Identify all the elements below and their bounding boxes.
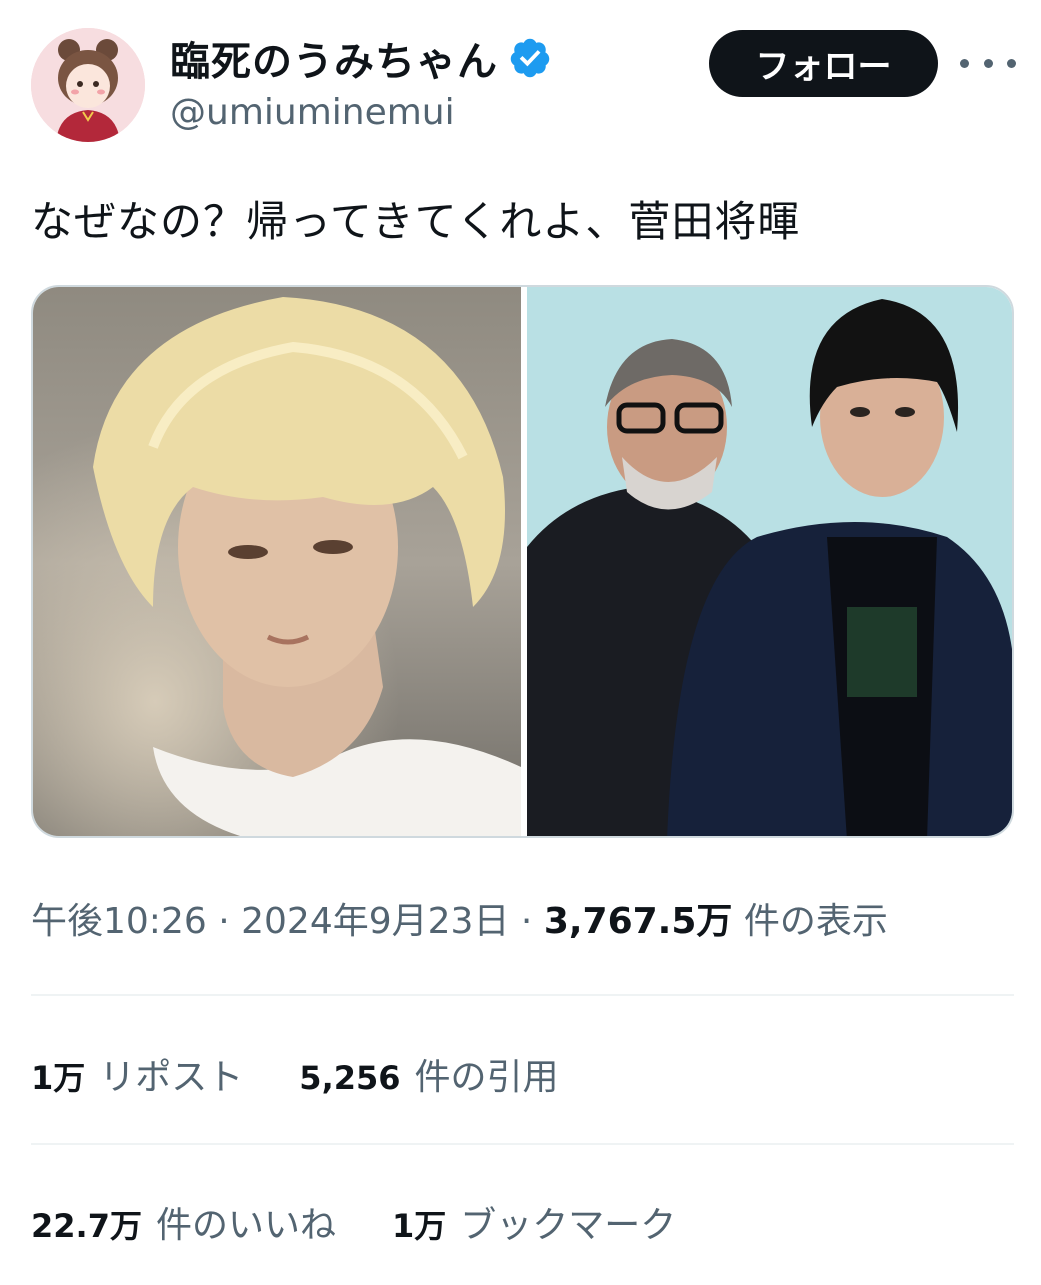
tweet-text: なぜなの？帰ってきてくれよ、菅田将暉: [31, 197, 801, 246]
reposts-stat[interactable]: 1万 リポスト: [31, 1048, 243, 1100]
meta-separator: ·: [218, 901, 230, 942]
follow-button[interactable]: フォロー: [709, 30, 938, 97]
tweet-time[interactable]: 午後10:26: [31, 901, 207, 942]
author-avatar[interactable]: [31, 28, 145, 142]
photo-two-men-portrait[interactable]: [527, 287, 1012, 836]
author-handle[interactable]: @umiuminemui: [170, 92, 455, 133]
bookmarks-count: 1万: [391, 1207, 447, 1245]
meta-separator: ·: [520, 901, 533, 942]
verified-badge-icon: [510, 38, 550, 78]
author-display-name[interactable]: 臨死のうみちゃん: [170, 29, 498, 87]
stats-row-reposts: 1万 リポスト 5,256 件の引用: [31, 1048, 615, 1100]
views-label: 件の表示: [743, 901, 888, 942]
reposts-count: 1万: [31, 1059, 86, 1097]
bookmarks-stat[interactable]: 1万 ブックマーク: [392, 1196, 676, 1248]
more-icon[interactable]: [960, 48, 1016, 78]
bookmarks-label: ブックマーク: [460, 1205, 677, 1246]
quotes-stat[interactable]: 5,256 件の引用: [299, 1048, 558, 1100]
tweet-date[interactable]: 2024年9月23日: [241, 901, 509, 942]
views-count[interactable]: 3,767.5万: [544, 901, 733, 942]
quotes-label: 件の引用: [414, 1057, 559, 1098]
tweet-media[interactable]: [31, 285, 1014, 838]
likes-stat[interactable]: 22.7万 件のいいね: [31, 1196, 336, 1248]
tweet-meta: 午後10:26 · 2024年9月23日 · 3,767.5万 件の表示: [31, 892, 888, 944]
photo-blonde-young-man[interactable]: [33, 287, 521, 836]
likes-count: 22.7万: [31, 1207, 142, 1245]
divider: [31, 994, 1014, 996]
author-name-row[interactable]: 臨死のうみちゃん: [170, 30, 552, 86]
stats-row-likes: 22.7万 件のいいね 1万 ブックマーク: [31, 1196, 732, 1248]
quotes-count: 5,256: [299, 1059, 401, 1097]
avatar-illustration: [31, 28, 145, 142]
divider: [31, 1143, 1014, 1145]
likes-label: 件のいいね: [155, 1205, 336, 1246]
reposts-label: リポスト: [99, 1057, 244, 1098]
